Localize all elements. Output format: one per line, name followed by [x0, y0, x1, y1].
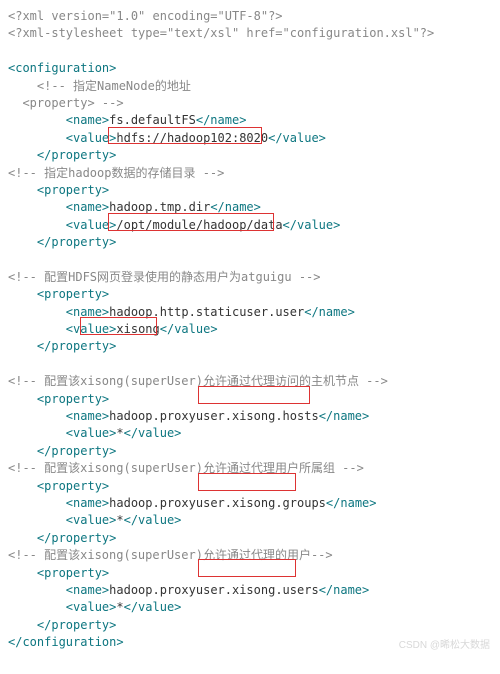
prop-close: </property>	[8, 338, 492, 355]
xsl-declaration: <?xml-stylesheet type="text/xsl" href="c…	[8, 25, 492, 42]
prop-open: <property>	[8, 478, 492, 495]
value-6: <value>*</value>	[8, 599, 492, 616]
comment-1b: <property> -->	[8, 95, 492, 112]
value-1: <value>hdfs://hadoop102:8020</value>	[8, 130, 492, 147]
watermark: CSDN @晞松大数据	[399, 639, 490, 654]
prop-open: <property>	[8, 565, 492, 582]
comment-2: <!-- 指定hadoop数据的存储目录 -->	[8, 165, 492, 182]
value-3: <value>xisong</value>	[8, 321, 492, 338]
name-4: <name>hadoop.proxyuser.xisong.hosts</nam…	[8, 408, 492, 425]
xml-declaration: <?xml version="1.0" encoding="UTF-8"?>	[8, 8, 492, 25]
name-6: <name>hadoop.proxyuser.xisong.users</nam…	[8, 582, 492, 599]
comment-5: <!-- 配置该xisong(superUser)允许通过代理用户所属组 -->	[8, 460, 492, 477]
prop-open: <property>	[8, 182, 492, 199]
prop-close: </property>	[8, 617, 492, 634]
value-2: <value>/opt/module/hadoop/data</value>	[8, 217, 492, 234]
name-2: <name>hadoop.tmp.dir</name>	[8, 199, 492, 216]
value-5: <value>*</value>	[8, 512, 492, 529]
comment-6: <!-- 配置该xisong(superUser)允许通过代理的用户-->	[8, 547, 492, 564]
prop-open: <property>	[8, 286, 492, 303]
prop-close: </property>	[8, 530, 492, 547]
name-3: <name>hadoop.http.staticuser.user</name>	[8, 304, 492, 321]
code-block: <?xml version="1.0" encoding="UTF-8"?> <…	[8, 8, 492, 651]
name-5: <name>hadoop.proxyuser.xisong.groups</na…	[8, 495, 492, 512]
configuration-open: <configuration>	[8, 60, 492, 77]
comment-3: <!-- 配置HDFS网页登录使用的静态用户为atguigu -->	[8, 269, 492, 286]
prop-close: </property>	[8, 147, 492, 164]
comment-4: <!-- 配置该xisong(superUser)允许通过代理访问的主机节点 -…	[8, 373, 492, 390]
prop-open: <property>	[8, 391, 492, 408]
prop-close: </property>	[8, 443, 492, 460]
name-1: <name>fs.defaultFS</name>	[8, 112, 492, 129]
value-4: <value>*</value>	[8, 425, 492, 442]
prop-close: </property>	[8, 234, 492, 251]
comment-1: <!-- 指定NameNode的地址	[8, 78, 492, 95]
